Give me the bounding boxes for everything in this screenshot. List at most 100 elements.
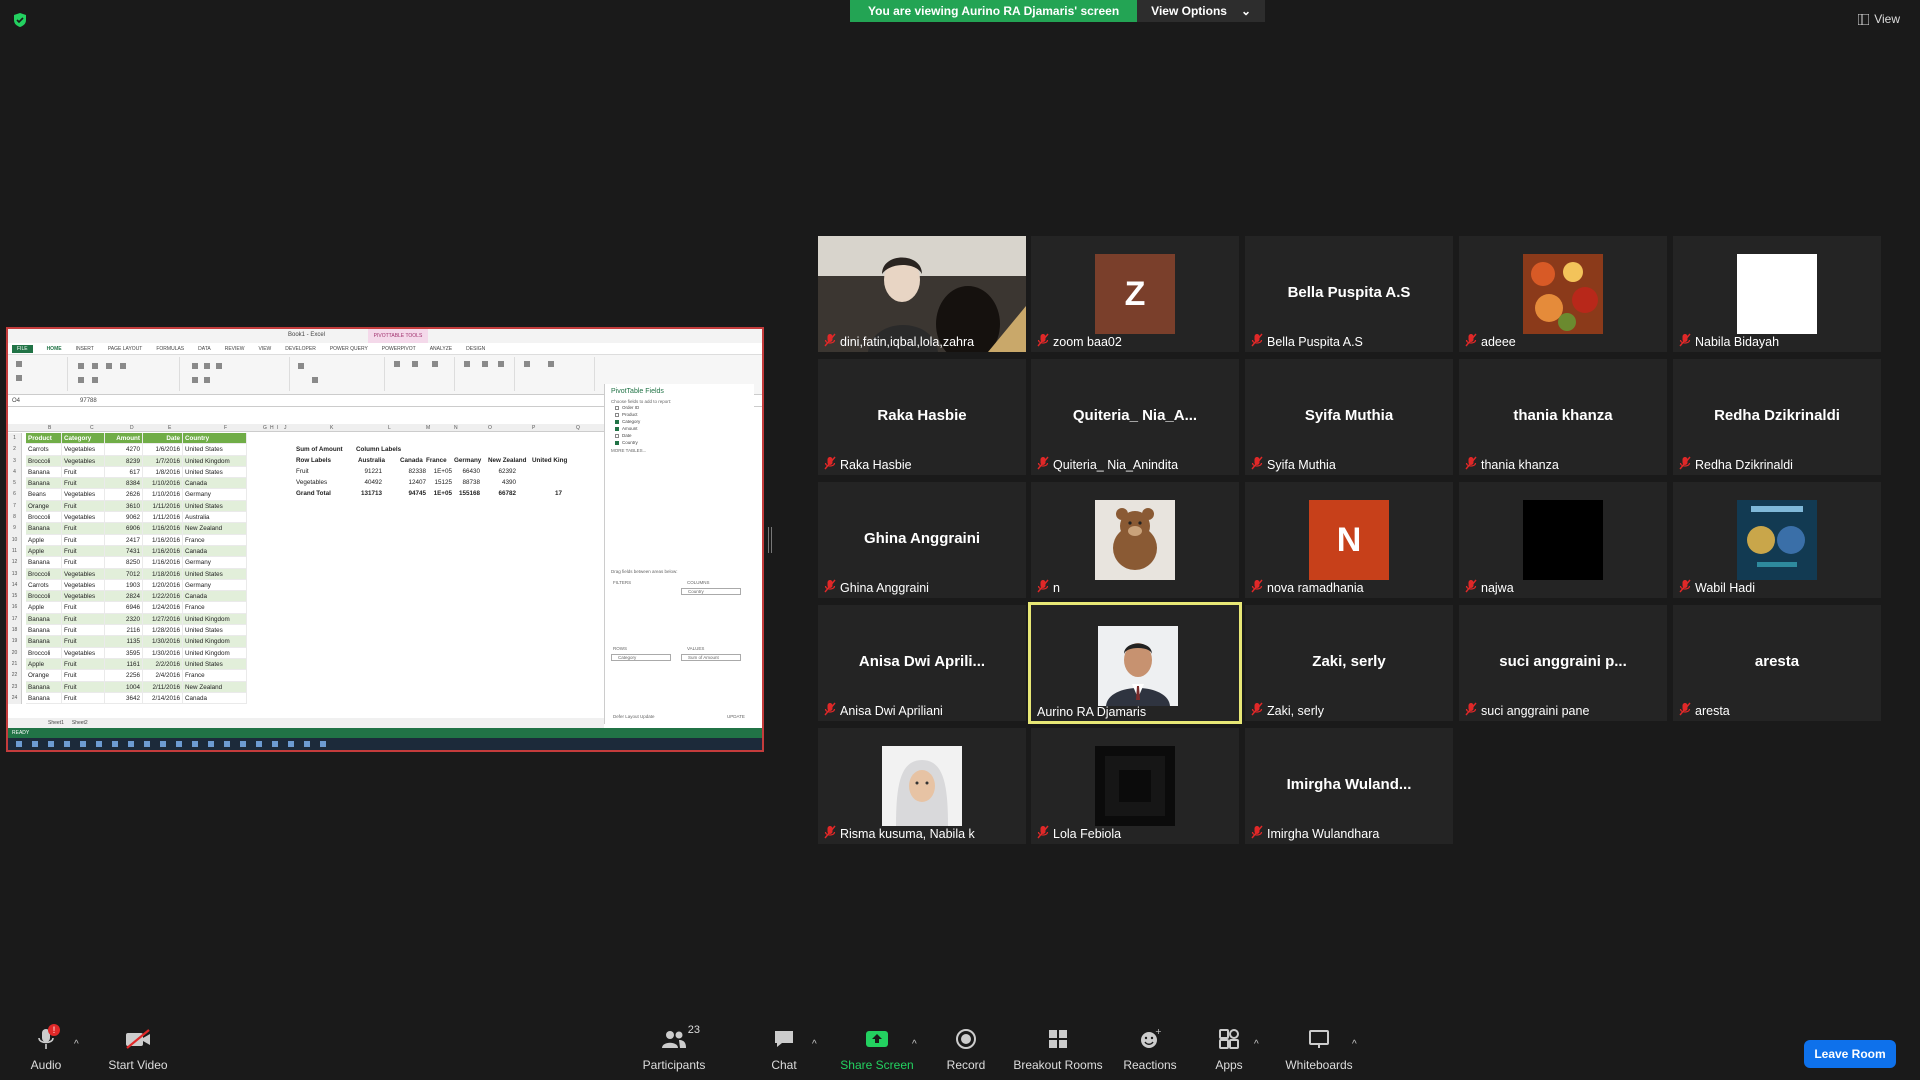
sheet-tab-1[interactable]: Sheet1	[48, 720, 64, 726]
table-cell[interactable]: 1/22/2016	[143, 591, 183, 603]
table-cell[interactable]: United States	[183, 444, 247, 456]
table-cell[interactable]: 2/4/2016	[143, 670, 183, 682]
ribbon-command-icon[interactable]	[524, 361, 530, 367]
pivot-value-cell[interactable]: 62392	[482, 468, 516, 475]
column-header-cell[interactable]: Date	[143, 433, 183, 445]
table-cell[interactable]: Canada	[183, 478, 247, 490]
ribbon-command-icon[interactable]	[432, 361, 438, 367]
table-cell[interactable]: Vegetables	[62, 568, 105, 580]
row-number[interactable]: 2	[8, 444, 22, 456]
participant-tile[interactable]: Zzoom baa02	[1031, 236, 1239, 352]
pivot-country-header[interactable]: Canada	[400, 457, 423, 464]
taskbar-app-icon[interactable]	[96, 741, 102, 747]
column-header-cell[interactable]: Amount	[105, 433, 143, 445]
security-shield-icon[interactable]	[12, 12, 28, 28]
column-header-f[interactable]: F	[224, 425, 227, 431]
update-button[interactable]: UPDATE	[721, 714, 751, 719]
row-number[interactable]: 6	[8, 489, 22, 501]
column-header-cell[interactable]: Category	[62, 433, 105, 445]
column-header-n[interactable]: N	[454, 425, 458, 431]
table-cell[interactable]: Carrots	[26, 579, 62, 592]
table-cell[interactable]: 1004	[105, 681, 143, 693]
row-number[interactable]: 10	[8, 534, 22, 546]
participant-tile[interactable]: n	[1031, 482, 1239, 598]
table-cell[interactable]: 8239	[105, 455, 143, 467]
pivot-column-labels[interactable]: Column Labels	[356, 446, 401, 453]
table-cell[interactable]: United Kingdom	[183, 613, 247, 626]
name-box[interactable]: O4	[12, 398, 20, 404]
sheet-tab-2[interactable]: Sheet2	[72, 720, 88, 726]
table-cell[interactable]: United Kingdom	[183, 647, 247, 659]
table-cell[interactable]: Fruit	[62, 557, 105, 569]
table-cell[interactable]: United States	[183, 568, 247, 580]
table-cell[interactable]: 1/16/2016	[143, 557, 183, 569]
table-row[interactable]: 24 Banana Fruit 3642 2/14/2016 Canada	[8, 692, 604, 705]
ribbon-command-icon[interactable]	[92, 363, 98, 369]
taskbar-app-icon[interactable]	[256, 741, 262, 747]
column-header-c[interactable]: C	[90, 425, 94, 431]
table-cell[interactable]: 8250	[105, 557, 143, 569]
pivot-field-checkbox[interactable]: Amount	[605, 425, 754, 432]
table-cell[interactable]: Banana	[26, 557, 62, 569]
table-cell[interactable]: Carrots	[26, 444, 62, 456]
taskbar-app-icon[interactable]	[176, 741, 182, 747]
participant-tile[interactable]: suci anggraini p... suci anggraini pane	[1459, 605, 1667, 721]
taskbar-app-icon[interactable]	[48, 741, 54, 747]
column-header-cell[interactable]: Country	[183, 433, 247, 445]
view-options-button[interactable]: View Options ⌄	[1137, 0, 1266, 22]
table-cell[interactable]: Broccoli	[26, 568, 62, 580]
pivot-sum-label[interactable]: Sum of Amount	[296, 446, 343, 453]
taskbar-app-icon[interactable]	[288, 741, 294, 747]
table-cell[interactable]: 2824	[105, 591, 143, 603]
taskbar-app-icon[interactable]	[128, 741, 134, 747]
participant-tile[interactable]: Nabila Bidayah	[1673, 236, 1881, 352]
pivot-field-checkbox[interactable]: Date	[605, 432, 754, 439]
ribbon-command-icon[interactable]	[216, 363, 222, 369]
participant-tile[interactable]: Redha Dzikrinaldi Redha Dzikrinaldi	[1673, 359, 1881, 475]
ribbon-command-icon[interactable]	[204, 377, 210, 383]
column-header-cell[interactable]: Product	[26, 433, 62, 445]
ribbon-command-icon[interactable]	[192, 377, 198, 383]
ribbon-command-icon[interactable]	[464, 361, 470, 367]
table-cell[interactable]: Banana	[26, 636, 62, 648]
row-number[interactable]: 15	[8, 591, 22, 603]
checkbox-checked-icon[interactable]	[615, 440, 619, 445]
audio-options-caret[interactable]: ^	[74, 1039, 79, 1050]
table-cell[interactable]: 1161	[105, 658, 143, 671]
view-button[interactable]: View	[1858, 12, 1900, 26]
table-cell[interactable]: 1/27/2016	[143, 613, 183, 626]
pivot-field-checkbox[interactable]: Order ID	[605, 404, 754, 411]
column-header-d[interactable]: D	[130, 425, 134, 431]
table-cell[interactable]: New Zealand	[183, 523, 247, 535]
table-cell[interactable]: 4270	[105, 444, 143, 456]
row-number[interactable]: 19	[8, 636, 22, 648]
table-cell[interactable]: Orange	[26, 670, 62, 682]
checkbox-empty-icon[interactable]	[615, 405, 619, 410]
table-cell[interactable]: United Kingdom	[183, 455, 247, 467]
table-cell[interactable]: Broccoli	[26, 647, 62, 659]
table-cell[interactable]: Banana	[26, 625, 62, 637]
taskbar-app-icon[interactable]	[208, 741, 214, 747]
whiteboards-options-caret[interactable]: ^	[1352, 1039, 1357, 1050]
taskbar-app-icon[interactable]	[272, 741, 278, 747]
pivot-fields-panel[interactable]: PivotTable Fields Choose fields to add t…	[604, 384, 754, 724]
participant-tile[interactable]: adeee	[1459, 236, 1667, 352]
participant-tile[interactable]: thania khanza thania khanza	[1459, 359, 1667, 475]
table-cell[interactable]: Banana	[26, 478, 62, 490]
table-cell[interactable]: Fruit	[62, 681, 105, 693]
table-cell[interactable]: Fruit	[62, 478, 105, 490]
excel-tab-insert[interactable]: INSERT	[76, 346, 94, 352]
participant-tile[interactable]: aresta aresta	[1673, 605, 1881, 721]
excel-tab-powerpivot[interactable]: POWERPIVOT	[382, 346, 416, 352]
table-cell[interactable]: Banana	[26, 466, 62, 479]
ribbon-command-icon[interactable]	[548, 361, 554, 367]
ribbon-command-icon[interactable]	[498, 361, 504, 367]
participant-tile[interactable]: Risma kusuma, Nabila k	[818, 728, 1026, 844]
table-cell[interactable]: Canada	[183, 591, 247, 603]
row-number[interactable]: 18	[8, 625, 22, 637]
table-cell[interactable]: 2/14/2016	[143, 692, 183, 705]
taskbar-app-icon[interactable]	[224, 741, 230, 747]
table-row[interactable]: 18 Banana Fruit 2116 1/28/2016 United States	[8, 625, 604, 637]
taskbar-app-icon[interactable]	[320, 741, 326, 747]
audio-button[interactable]: ! Audio	[26, 1024, 66, 1072]
